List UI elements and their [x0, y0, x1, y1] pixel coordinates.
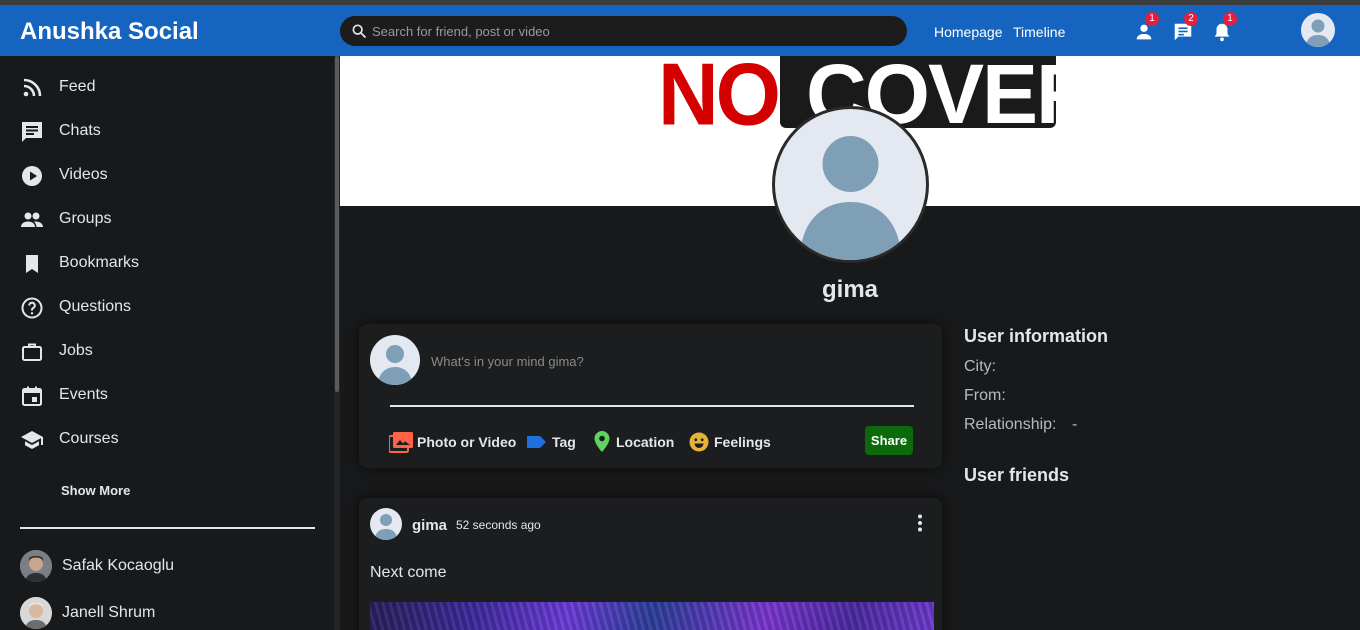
user-friends-title: User friends: [964, 465, 1070, 485]
sidebar-item-label: Events: [59, 386, 108, 403]
sidebar-divider: [20, 527, 315, 529]
profile-avatar: [772, 106, 929, 263]
share-avatar: [370, 335, 420, 385]
default-avatar-icon: [375, 514, 397, 540]
search-bar[interactable]: [340, 16, 907, 46]
default-avatar-icon: [1306, 19, 1330, 47]
info-row-relationship: Relationship: -: [964, 416, 1077, 434]
sidebar-item-label: Videos: [59, 166, 108, 183]
sidebar-item-label: Feed: [59, 78, 96, 95]
option-label: Tag: [552, 434, 576, 450]
search-input[interactable]: [372, 22, 892, 40]
messages-button[interactable]: 2: [1170, 12, 1198, 42]
chat-icon: [22, 122, 42, 142]
sidebar-scrollbar-thumb[interactable]: [335, 56, 339, 392]
sidebar-item-jobs[interactable]: Jobs: [20, 337, 300, 367]
tag-option[interactable]: Tag: [527, 431, 577, 453]
calendar-icon: [22, 386, 42, 406]
sidebar-item-label: Jobs: [59, 342, 93, 359]
notifications-badge: 1: [1223, 12, 1237, 26]
cover-placeholder-text-no: NO: [658, 56, 781, 144]
sidebar-item-feed[interactable]: Feed: [20, 73, 300, 103]
info-row-from: From:: [964, 387, 1006, 405]
post-author-name[interactable]: gima: [412, 517, 447, 534]
more-vert-icon: [918, 514, 922, 532]
share-box: Photo or Video Tag Location Feelings Sha…: [359, 324, 942, 468]
top-navbar: Anushka Social Homepage Timeline 1 2 1: [0, 5, 1360, 56]
friend-requests-badge: 1: [1145, 12, 1159, 26]
notifications-button[interactable]: 1: [1209, 12, 1237, 42]
school-icon: [21, 431, 43, 449]
share-input[interactable]: [431, 352, 911, 370]
sidebar-item-label: Chats: [59, 122, 101, 139]
rss-icon: [23, 78, 42, 97]
option-label: Photo or Video: [417, 434, 517, 450]
messages-badge: 2: [1184, 12, 1198, 26]
sidebar-item-label: Courses: [59, 430, 119, 447]
post-more-button[interactable]: [915, 513, 925, 533]
default-avatar-icon: [378, 345, 412, 385]
sidebar-item-events[interactable]: Events: [20, 381, 300, 411]
photo-library-icon: [389, 432, 413, 453]
info-label: From:: [964, 387, 1006, 404]
search-icon: [352, 24, 366, 38]
profile-username: gima: [821, 276, 878, 303]
bookmark-icon: [26, 255, 38, 273]
info-label: City:: [964, 358, 996, 375]
option-label: Location: [616, 434, 675, 450]
default-avatar-icon: [800, 136, 901, 260]
sidebar-item-label: Questions: [59, 298, 132, 315]
location-option[interactable]: Location: [594, 431, 676, 453]
briefcase-icon: [22, 343, 42, 361]
sidebar-item-bookmarks[interactable]: Bookmarks: [20, 249, 300, 279]
friend-requests-button[interactable]: 1: [1131, 12, 1159, 42]
app-logo[interactable]: Anushka Social: [20, 18, 199, 46]
sidebar-item-groups[interactable]: Groups: [20, 205, 300, 235]
friend-name: Janell Shrum: [62, 604, 156, 621]
user-avatar[interactable]: [1301, 13, 1335, 47]
play-circle-icon: [22, 166, 42, 186]
friend-name: Safak Kocaoglu: [62, 557, 175, 574]
timeline-link[interactable]: Timeline: [1013, 24, 1065, 40]
show-more-button[interactable]: Show More: [61, 483, 130, 498]
friend-avatar: [20, 597, 52, 629]
user-info-title: User information: [964, 326, 1109, 346]
label-icon: [527, 436, 546, 448]
sidebar-friend-item[interactable]: Safak Kocaoglu: [20, 550, 300, 582]
post-image[interactable]: [370, 602, 934, 630]
sidebar-item-courses[interactable]: Courses: [20, 425, 300, 455]
share-button[interactable]: Share: [865, 426, 913, 455]
sidebar-item-label: Groups: [59, 210, 112, 227]
feelings-option[interactable]: Feelings: [689, 431, 774, 453]
info-value: -: [1072, 416, 1078, 433]
profile-main: NO COVER gima Photo or Video Tag Locatio…: [340, 56, 1360, 630]
post-timestamp: 52 seconds ago: [456, 518, 541, 532]
photo-video-option[interactable]: Photo or Video: [389, 431, 517, 453]
sidebar-item-chats[interactable]: Chats: [20, 117, 300, 147]
help-circle-icon: [21, 297, 43, 319]
left-sidebar: Feed Chats Videos Groups Bookmarks Quest…: [0, 56, 340, 630]
share-divider: [390, 405, 914, 407]
sidebar-item-label: Bookmarks: [59, 254, 140, 271]
sidebar-item-questions[interactable]: Questions: [20, 293, 300, 323]
location-pin-icon: [594, 431, 610, 452]
group-icon: [21, 212, 43, 227]
post-card: gima 52 seconds ago Next come: [359, 498, 942, 630]
post-text: Next come: [370, 564, 447, 581]
smiley-icon: [689, 432, 709, 452]
info-row-city: City:: [964, 358, 996, 376]
post-author-avatar[interactable]: [370, 508, 402, 540]
option-label: Feelings: [714, 434, 771, 450]
sidebar-friend-item[interactable]: Janell Shrum: [20, 597, 300, 629]
friend-avatar: [20, 550, 52, 582]
sidebar-item-videos[interactable]: Videos: [20, 161, 300, 191]
homepage-link[interactable]: Homepage: [934, 24, 1003, 40]
info-label: Relationship:: [964, 416, 1057, 433]
